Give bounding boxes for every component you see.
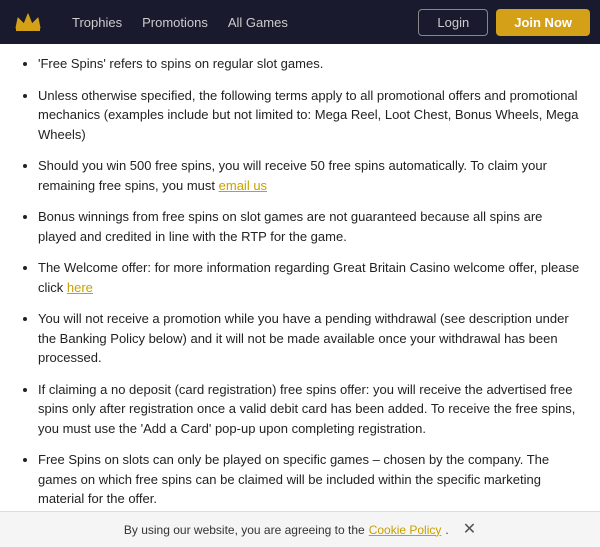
list-item: Should you win 500 free spins, you will … <box>38 156 582 195</box>
cookie-policy-link[interactable]: Cookie Policy <box>369 523 442 537</box>
item-text-before: Should you win 500 free spins, you will … <box>38 158 547 193</box>
list-item: 'Free Spins' refers to spins on regular … <box>38 54 582 74</box>
login-button[interactable]: Login <box>418 9 488 36</box>
nav-all-games[interactable]: All Games <box>220 11 296 34</box>
list-item: Bonus winnings from free spins on slot g… <box>38 207 582 246</box>
main-content: 'Free Spins' refers to spins on regular … <box>0 44 600 511</box>
nav-links: Trophies Promotions All Games <box>64 11 418 34</box>
item-text-before: The Welcome offer: for more information … <box>38 260 579 295</box>
logo-area <box>10 4 46 40</box>
item-text: If claiming a no deposit (card registrat… <box>38 382 575 436</box>
cookie-text-before: By using our website, you are agreeing t… <box>124 523 365 537</box>
here-link[interactable]: here <box>67 280 93 295</box>
cookie-bar: By using our website, you are agreeing t… <box>0 511 600 547</box>
header: Trophies Promotions All Games Login Join… <box>0 0 600 44</box>
item-text: Unless otherwise specified, the followin… <box>38 88 579 142</box>
item-text: Free Spins on slots can only be played o… <box>38 452 549 506</box>
list-item: The Welcome offer: for more information … <box>38 258 582 297</box>
list-item: If claiming a no deposit (card registrat… <box>38 380 582 439</box>
item-text: 'Free Spins' refers to spins on regular … <box>38 56 323 71</box>
item-text: You will not receive a promotion while y… <box>38 311 569 365</box>
logo-icon <box>10 4 46 40</box>
email-us-link[interactable]: email us <box>219 178 267 193</box>
list-item: Free Spins on slots can only be played o… <box>38 450 582 509</box>
list-item: You will not receive a promotion while y… <box>38 309 582 368</box>
cookie-text-after: . <box>445 523 448 537</box>
terms-list: 'Free Spins' refers to spins on regular … <box>18 54 582 511</box>
cookie-close-button[interactable]: ✕ <box>463 522 476 538</box>
list-item: Unless otherwise specified, the followin… <box>38 86 582 145</box>
nav-trophies[interactable]: Trophies <box>64 11 130 34</box>
join-now-button[interactable]: Join Now <box>496 9 590 36</box>
item-text: Bonus winnings from free spins on slot g… <box>38 209 542 244</box>
header-buttons: Login Join Now <box>418 9 590 36</box>
nav-promotions[interactable]: Promotions <box>134 11 216 34</box>
